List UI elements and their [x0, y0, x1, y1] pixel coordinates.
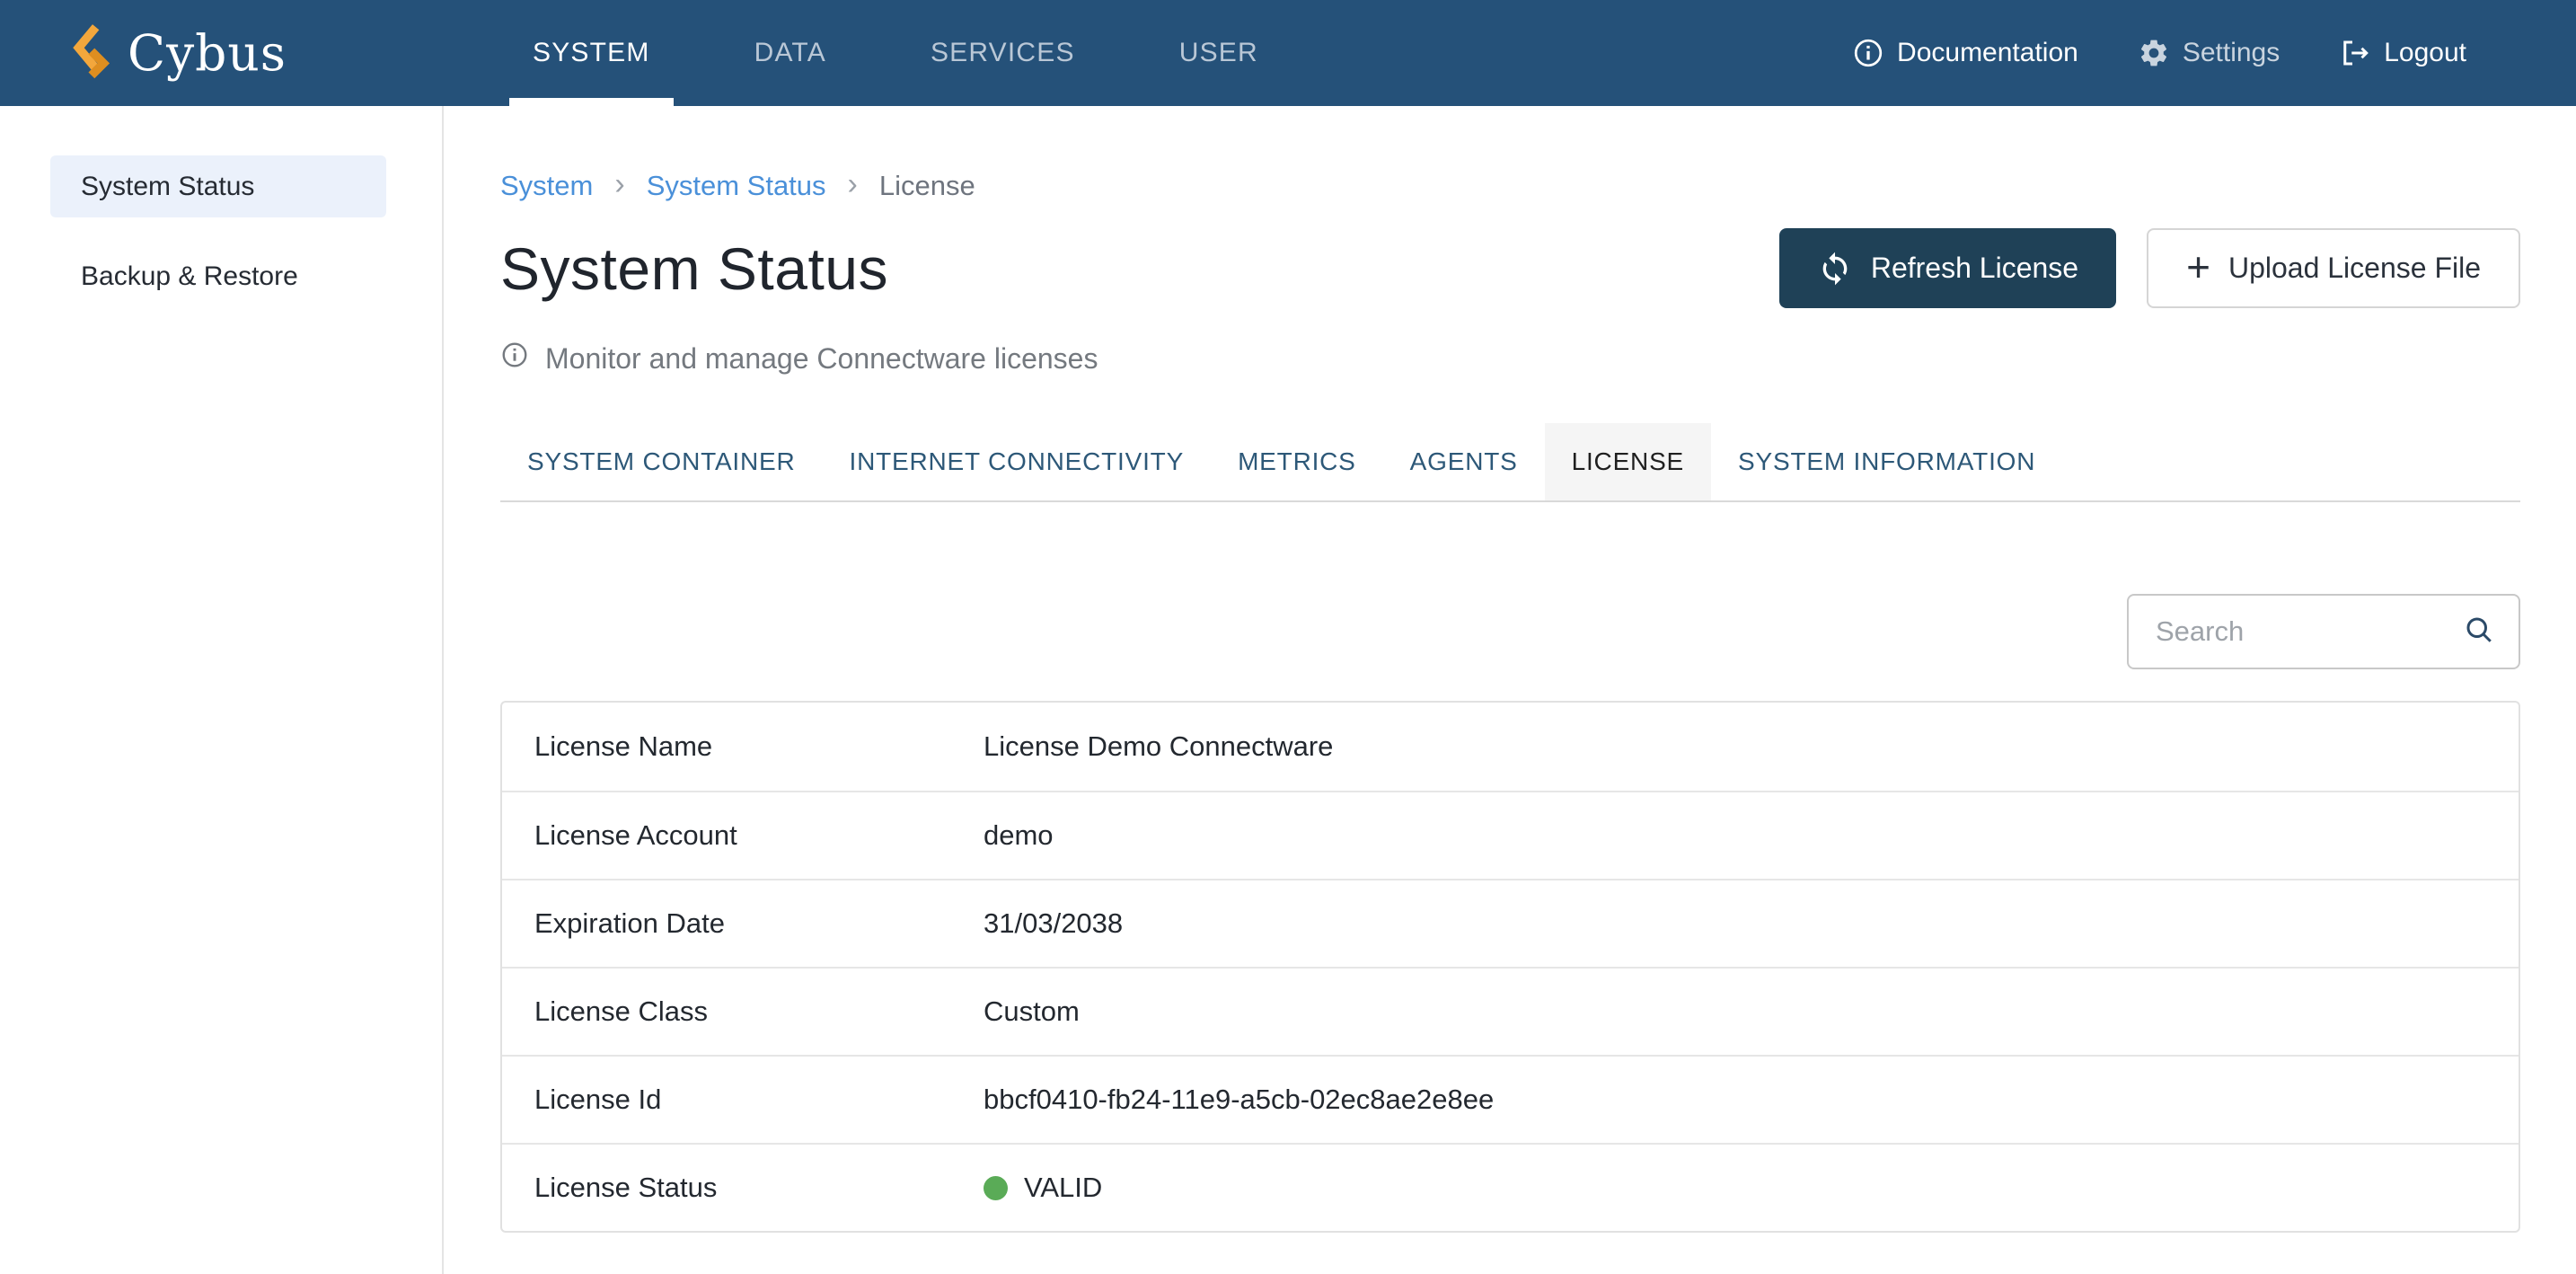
row-value: License Demo Connectware [984, 730, 1333, 763]
page-actions: Refresh License + Upload License File [1779, 228, 2520, 308]
tab-metrics[interactable]: Metrics [1211, 423, 1383, 500]
row-label: License Name [502, 730, 984, 763]
breadcrumb-system-status[interactable]: System Status [647, 170, 826, 202]
row-label: License Id [502, 1084, 984, 1116]
row-label: License Account [502, 819, 984, 852]
nav-item-data[interactable]: DATA [731, 0, 850, 106]
row-value: bbcf0410-fb24-11e9-a5cb-02ec8ae2e8ee [984, 1084, 1494, 1116]
row-label: License Status [502, 1172, 984, 1204]
search-input[interactable] [2156, 615, 2463, 648]
row-value: demo [984, 819, 1054, 852]
nav-item-user[interactable]: USER [1156, 0, 1282, 106]
tab-internet-connectivity[interactable]: Internet Connectivity [823, 423, 1212, 500]
table-row-expiration-date: Expiration Date 31/03/2038 [502, 879, 2519, 967]
refresh-license-button[interactable]: Refresh License [1779, 228, 2116, 308]
tab-system-container[interactable]: System Container [500, 423, 823, 500]
status-badge: VALID [1024, 1172, 1102, 1204]
table-row-license-class: License Class Custom [502, 967, 2519, 1055]
nav-item-services[interactable]: SERVICES [907, 0, 1098, 106]
upload-license-file-button[interactable]: + Upload License File [2147, 228, 2520, 308]
sidebar: System Status Backup & Restore [0, 106, 444, 1274]
page-subtitle: Monitor and manage Connectware licenses [545, 342, 1098, 376]
logout-icon [2339, 37, 2371, 69]
plus-icon: + [2186, 246, 2210, 288]
gear-icon [2138, 37, 2170, 69]
table-row-license-id: License Id bbcf0410-fb24-11e9-a5cb-02ec8… [502, 1055, 2519, 1143]
license-table: License Name License Demo Connectware Li… [500, 701, 2520, 1233]
info-circle-icon [1852, 37, 1884, 69]
status-valid-dot [984, 1176, 1008, 1200]
nav-item-system[interactable]: SYSTEM [509, 0, 674, 106]
main-nav: SYSTEM DATA SERVICES USER [509, 0, 1339, 106]
refresh-license-label: Refresh License [1871, 252, 2078, 285]
row-value: Custom [984, 995, 1080, 1028]
tab-system-information[interactable]: System Information [1711, 423, 2062, 500]
top-nav-bar: Cybus SYSTEM DATA SERVICES USER Document… [0, 0, 2576, 106]
breadcrumb: System › System Status › License [500, 169, 2520, 203]
row-label: License Class [502, 995, 984, 1028]
breadcrumb-license: License [879, 170, 975, 202]
documentation-label: Documentation [1897, 38, 2078, 68]
refresh-sync-icon [1817, 251, 1853, 287]
search-box[interactable] [2127, 594, 2520, 669]
cybus-logo-icon [68, 21, 110, 86]
info-circle-icon [500, 341, 529, 376]
search-icon[interactable] [2463, 614, 2495, 650]
row-label: Expiration Date [502, 907, 984, 940]
topbar-utils: Documentation Settings Logout [1852, 0, 2466, 106]
logout-label: Logout [2384, 38, 2466, 68]
settings-link[interactable]: Settings [2138, 37, 2280, 69]
documentation-link[interactable]: Documentation [1852, 37, 2078, 69]
row-value: 31/03/2038 [984, 907, 1123, 940]
settings-label: Settings [2183, 38, 2280, 68]
upload-license-label: Upload License File [2228, 252, 2481, 285]
table-row-license-account: License Account demo [502, 791, 2519, 879]
breadcrumb-separator-icon: › [848, 169, 858, 203]
sidebar-item-backup-restore[interactable]: Backup & Restore [50, 245, 386, 307]
tab-license[interactable]: License [1545, 423, 1711, 500]
main-content: System › System Status › License System … [444, 106, 2576, 1274]
table-row-license-status: License Status VALID [502, 1143, 2519, 1231]
cybus-logo[interactable]: Cybus [68, 0, 287, 106]
sidebar-item-system-status[interactable]: System Status [50, 155, 386, 217]
logout-link[interactable]: Logout [2339, 37, 2466, 69]
brand-name: Cybus [128, 24, 287, 82]
table-row-license-name: License Name License Demo Connectware [502, 703, 2519, 791]
breadcrumb-separator-icon: › [614, 169, 624, 203]
page-title: System Status [500, 234, 888, 303]
tab-agents[interactable]: Agents [1383, 423, 1545, 500]
tab-bar: System Container Internet Connectivity M… [500, 423, 2520, 502]
breadcrumb-system[interactable]: System [500, 170, 593, 202]
page-subtitle-row: Monitor and manage Connectware licenses [500, 341, 2520, 376]
